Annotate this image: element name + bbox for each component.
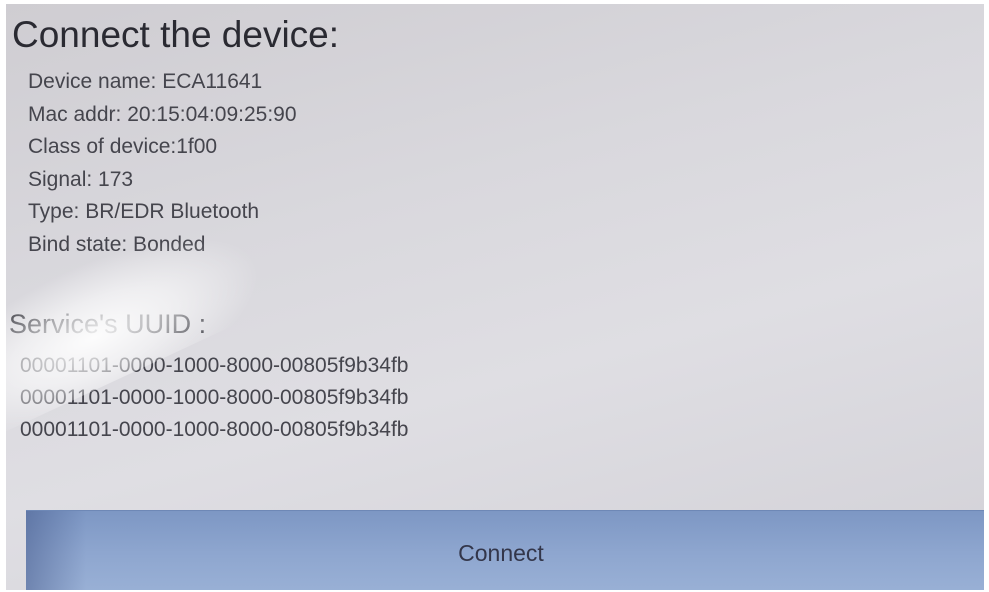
services-uuid-title: Service's UUID : xyxy=(9,309,207,339)
button-shade xyxy=(26,511,86,590)
device-type-text: Type: BR/EDR Bluetooth xyxy=(28,200,260,223)
photo-frame: Connect the device: Device name: ECA1164… xyxy=(0,0,989,592)
bind-state-text: Bind state: Bonded xyxy=(28,232,206,256)
uuid-list: 00001101-0000-1000-8000-00805f9b34fb 000… xyxy=(20,350,408,446)
device-screen: Connect the device: Device name: ECA1164… xyxy=(6,4,984,590)
device-name-text: Device name: ECA11641 xyxy=(28,70,263,93)
uuid-item: 00001101-0000-1000-8000-00805f9b34fb xyxy=(20,386,409,409)
device-class-text: Class of device:1f00 xyxy=(28,135,218,158)
mac-address-text: Mac addr: 20:15:04:09:25:90 xyxy=(28,102,297,126)
device-info-list: Device name: ECA11641 Mac addr: 20:15:04… xyxy=(28,66,297,261)
uuid-item: 00001101-0000-1000-8000-00805f9b34fb xyxy=(20,418,409,441)
connect-button-label: Connect xyxy=(458,539,544,566)
page-title: Connect the device: xyxy=(12,14,340,55)
connect-button[interactable]: Connect xyxy=(26,510,984,590)
uuid-item: 00001101-0000-1000-8000-00805f9b34fb xyxy=(20,354,409,377)
signal-text: Signal: 173 xyxy=(28,167,134,191)
